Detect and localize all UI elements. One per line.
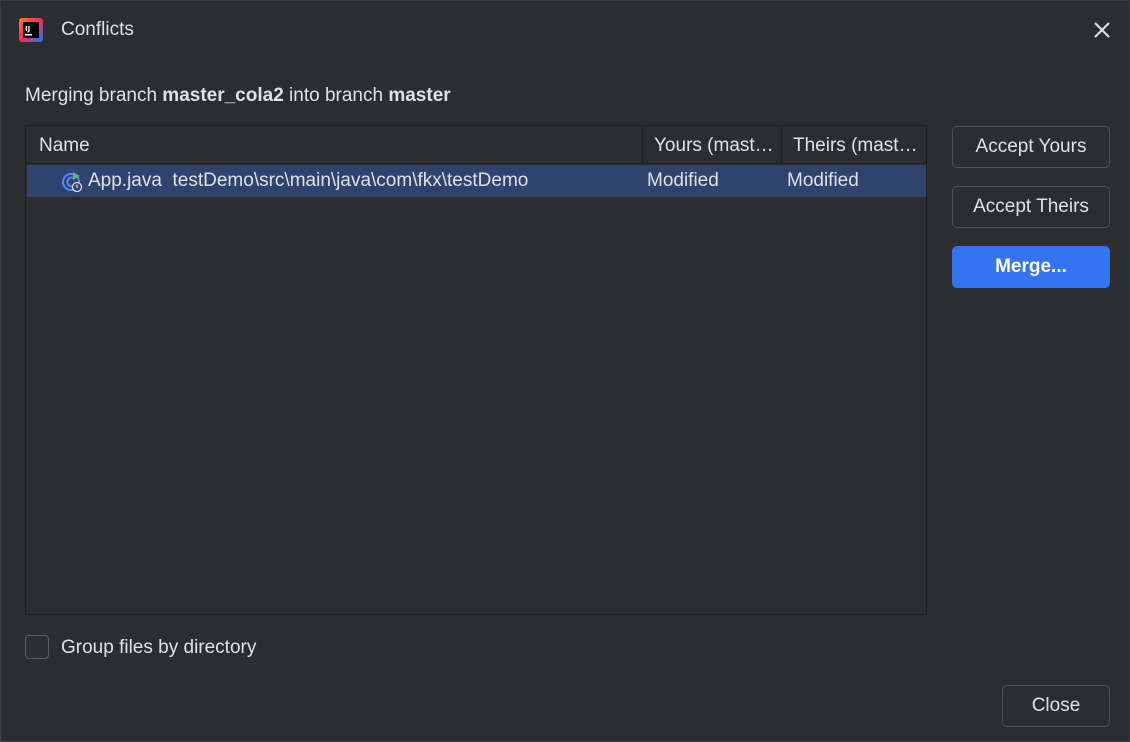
group-by-directory-checkbox[interactable] — [25, 635, 49, 659]
source-branch: master_cola2 — [162, 85, 284, 106]
column-header-yours[interactable]: Yours (mast… — [654, 126, 780, 164]
file-name: App.java — [88, 170, 162, 191]
merge-description: Merging branch master_cola2 into branch … — [25, 85, 451, 107]
dialog-title: Conflicts — [61, 19, 134, 40]
column-divider[interactable] — [781, 126, 782, 163]
merge-description-prefix: Merging branch — [25, 85, 163, 106]
accept-theirs-button[interactable]: Accept Theirs — [952, 186, 1110, 228]
title-bar: IJ Conflicts — [1, 1, 1129, 59]
close-icon[interactable] — [1089, 17, 1115, 43]
theirs-status-cell: Modified — [787, 170, 859, 191]
column-header-theirs[interactable]: Theirs (mast… — [793, 126, 923, 164]
close-button[interactable]: Close — [1002, 685, 1110, 727]
column-divider[interactable] — [642, 126, 643, 163]
group-by-directory-label[interactable]: Group files by directory — [61, 637, 256, 659]
conflicts-table: Name Yours (mast… Theirs (mast… App.java… — [25, 125, 927, 615]
merge-description-middle: into branch — [283, 85, 389, 106]
table-header: Name Yours (mast… Theirs (mast… — [26, 126, 926, 164]
java-class-file-icon — [62, 172, 83, 193]
merge-button[interactable]: Merge... — [952, 246, 1110, 288]
conflicts-dialog: IJ Conflicts Merging branch master_cola2… — [0, 0, 1130, 742]
column-header-name[interactable]: Name — [39, 126, 639, 164]
file-path: testDemo\src\main\java\com\fkx\testDemo — [172, 170, 529, 191]
file-name-cell: App.java testDemo\src\main\java\com\fkx\… — [88, 165, 528, 197]
accept-yours-button[interactable]: Accept Yours — [952, 126, 1110, 168]
target-branch: master — [388, 85, 451, 106]
table-row[interactable]: App.java testDemo\src\main\java\com\fkx\… — [27, 165, 926, 197]
yours-status-cell: Modified — [647, 170, 719, 191]
intellij-idea-icon: IJ — [19, 18, 43, 42]
svg-text:IJ: IJ — [25, 25, 30, 33]
